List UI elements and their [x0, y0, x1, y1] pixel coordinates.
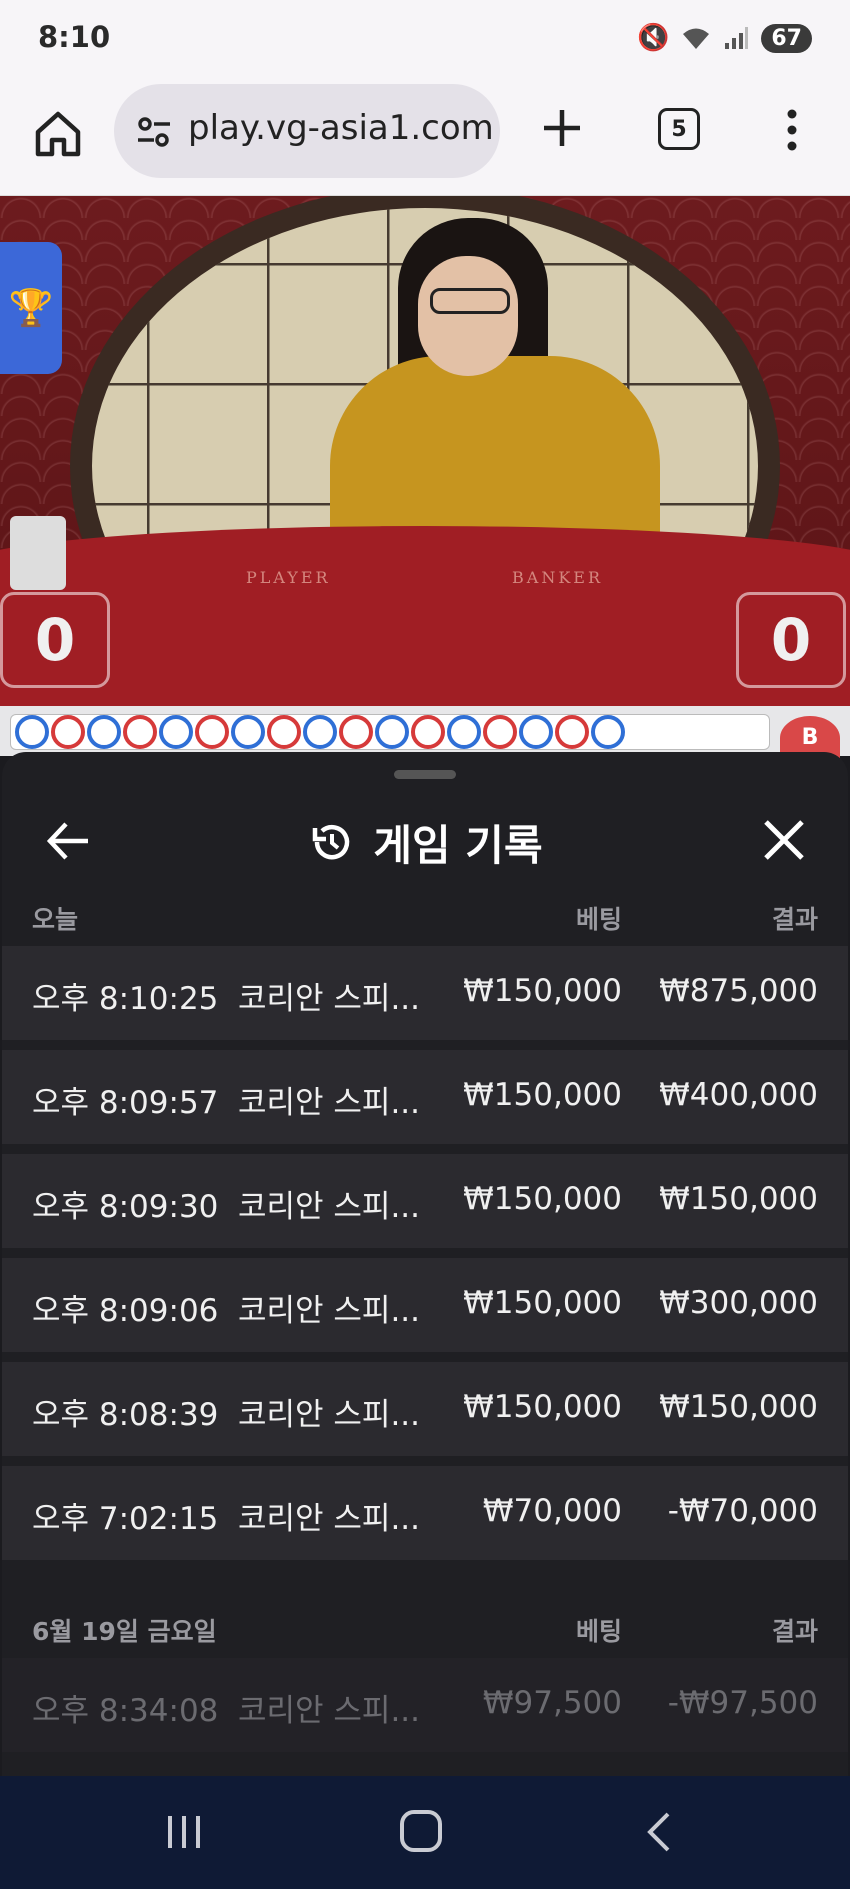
history-row[interactable]: 오후 8:08:39 코리안 스피... ₩150,000 ₩150,000	[2, 1362, 848, 1456]
history-row[interactable]: 오후 8:10:25 코리안 스피... ₩150,000 ₩875,000	[2, 946, 848, 1040]
sheet-header: 게임 기록	[2, 804, 848, 880]
home-icon[interactable]	[30, 106, 86, 162]
signal-icon	[725, 27, 749, 49]
player-bead	[231, 715, 265, 749]
player-bead	[591, 715, 625, 749]
banker-bead	[123, 715, 157, 749]
game-history-sheet: 게임 기록 오늘 베팅 결과 오후 8:10:25 코리안 스피... ₩150…	[2, 752, 848, 1776]
history-row[interactable]: 오후 8:09:57 코리안 스피... ₩150,000 ₩400,000	[2, 1050, 848, 1144]
more-menu-icon[interactable]	[780, 106, 804, 154]
trophy-button[interactable]: 🏆	[0, 242, 62, 374]
system-navigation-bar	[0, 1776, 850, 1889]
battery-indicator: 67	[761, 23, 812, 53]
banker-bead	[555, 715, 589, 749]
banker-bead	[51, 715, 85, 749]
banker-bead	[195, 715, 229, 749]
history-icon	[313, 825, 350, 860]
sheet-title: 게임 기록	[373, 820, 543, 870]
player-bead	[87, 715, 121, 749]
player-bead	[447, 715, 481, 749]
clock: 8:10	[38, 20, 111, 54]
history-row[interactable]: 오후 8:34:08 코리안 스피... ₩97,500 -₩97,500	[2, 1658, 848, 1752]
history-row[interactable]: 오후 8:09:06 코리안 스피... ₩150,000 ₩300,000	[2, 1258, 848, 1352]
banker-bead	[411, 715, 445, 749]
card-stack	[10, 516, 66, 590]
player-bead	[375, 715, 409, 749]
history-row[interactable]: 오후 7:02:15 코리안 스피... ₩70,000 -₩70,000	[2, 1466, 848, 1560]
back-arrow-icon[interactable]	[40, 812, 98, 870]
bead-road-strip	[10, 714, 770, 750]
drag-handle[interactable]	[394, 770, 456, 779]
player-bead	[303, 715, 337, 749]
address-bar[interactable]: play.vg-asia1.com	[114, 84, 500, 178]
tab-switcher-button[interactable]: 5	[658, 108, 700, 150]
section-header-today: 오늘 베팅 결과	[32, 905, 818, 934]
live-dealer-video[interactable]: PLAYER BANKER 0 0 🏆	[0, 196, 850, 706]
player-bead	[159, 715, 193, 749]
recent-apps-icon[interactable]	[164, 1812, 204, 1852]
screen: 8:10 🔇 67 play.vg-asia1.com 5 PLAYER BAN…	[0, 0, 850, 1889]
banker-bead	[267, 715, 301, 749]
baccarat-table	[0, 526, 850, 706]
banker-table-label: BANKER	[512, 568, 603, 587]
status-bar: 8:10 🔇 67	[0, 0, 850, 78]
status-icons: 🔇 67	[637, 20, 812, 56]
player-score: 0	[0, 592, 110, 688]
back-icon[interactable]	[644, 1810, 674, 1854]
mute-icon: 🔇	[637, 23, 670, 53]
close-icon[interactable]	[754, 810, 814, 870]
home-button-icon[interactable]	[400, 1810, 442, 1852]
wifi-icon	[683, 28, 710, 49]
history-row[interactable]: 오후 8:09:30 코리안 스피... ₩150,000 ₩150,000	[2, 1154, 848, 1248]
player-bead	[519, 715, 553, 749]
section-header-previous-day: 6월 19일 금요일 베팅 결과	[32, 1617, 818, 1646]
site-settings-icon[interactable]	[134, 112, 174, 152]
banker-bead	[483, 715, 517, 749]
player-bead	[15, 715, 49, 749]
new-tab-icon[interactable]	[540, 106, 584, 150]
player-table-label: PLAYER	[246, 568, 331, 587]
trophy-icon: 🏆	[8, 288, 54, 329]
url-text: play.vg-asia1.com	[188, 108, 494, 148]
browser-toolbar: play.vg-asia1.com 5	[0, 78, 850, 196]
banker-bead	[339, 715, 373, 749]
bead-road[interactable]: B	[0, 706, 850, 760]
banker-score: 0	[736, 592, 846, 688]
